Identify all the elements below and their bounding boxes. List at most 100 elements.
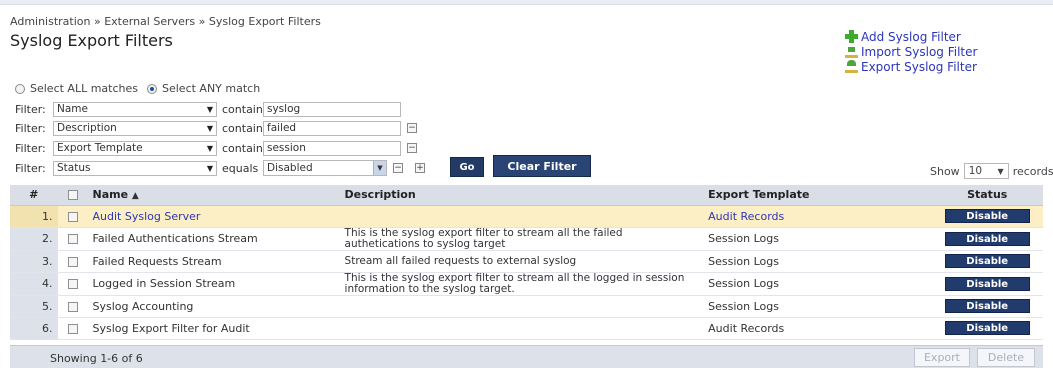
- import-syslog-filter-label: Import Syslog Filter: [861, 44, 978, 59]
- import-syslog-filter-link[interactable]: Import Syslog Filter: [845, 44, 977, 59]
- select-all-label: Select ALL matches: [30, 82, 138, 95]
- export-button[interactable]: Export: [914, 348, 970, 367]
- clear-filter-button[interactable]: Clear Filter: [493, 155, 591, 177]
- filter-value-input[interactable]: syslog: [263, 101, 401, 117]
- disable-button[interactable]: Disable: [944, 254, 1030, 268]
- row-status-cell: Disable: [931, 295, 1043, 318]
- add-filter-icon[interactable]: +: [415, 163, 425, 173]
- column-header-description[interactable]: Description: [340, 185, 705, 206]
- row-description: This is the syslog export filter to stre…: [340, 272, 705, 296]
- dropdown-arrow-icon: ▼: [206, 104, 213, 114]
- row-checkbox[interactable]: [68, 279, 78, 289]
- status-value-select[interactable]: Disabled ▼: [263, 160, 387, 176]
- remove-filter-icon[interactable]: −: [393, 163, 403, 173]
- select-any-radio[interactable]: [147, 83, 157, 94]
- row-description: Stream all failed requests to external s…: [340, 250, 705, 273]
- records-per-page-select[interactable]: 10 ▼: [963, 163, 1009, 179]
- remove-filter-icon[interactable]: −: [407, 123, 417, 133]
- table-row[interactable]: 3. Failed Requests Stream Stream all fai…: [10, 250, 1043, 273]
- action-links: Add Syslog Filter Import Syslog Filter E…: [845, 29, 977, 74]
- filter-label: Filter:: [15, 121, 46, 135]
- filter-field-select[interactable]: Status ▼: [53, 160, 217, 176]
- row-checkbox[interactable]: [68, 256, 78, 267]
- row-export-template: Session Logs: [704, 272, 932, 296]
- import-icon: [845, 45, 858, 58]
- disable-button[interactable]: Disable: [944, 276, 1030, 291]
- dropdown-arrow-icon: ▼: [997, 166, 1004, 176]
- row-status-cell: Disable: [931, 272, 1043, 296]
- row-number: 6.: [10, 317, 58, 340]
- row-checkbox-cell: [57, 205, 89, 228]
- delete-button[interactable]: Delete: [977, 348, 1035, 367]
- remove-filter-icon[interactable]: −: [407, 143, 417, 153]
- column-header-name[interactable]: Name ▲: [88, 185, 341, 206]
- filter-row-2: Filter: Description ▼ contains failed −: [15, 120, 417, 136]
- breadcrumb: Administration » External Servers » Sysl…: [10, 15, 321, 28]
- row-name[interactable]: Failed Authentications Stream: [88, 227, 341, 251]
- row-checkbox[interactable]: [68, 323, 78, 334]
- row-export-template: Session Logs: [704, 295, 932, 318]
- status-value: Disabled: [267, 162, 313, 174]
- export-syslog-filter-link[interactable]: Export Syslog Filter: [845, 59, 977, 74]
- name-header-label: Name: [92, 188, 129, 202]
- filter-operator: equals: [222, 161, 259, 175]
- row-description: [340, 295, 705, 318]
- filter-field-select[interactable]: Name ▼: [53, 101, 217, 117]
- filter-row-4: Filter: Status ▼ equals Disabled ▼ − +: [15, 160, 425, 176]
- show-label: Show: [930, 164, 960, 178]
- row-checkbox-cell: [57, 227, 89, 251]
- row-checkbox-cell: [57, 272, 89, 296]
- disable-button[interactable]: Disable: [944, 321, 1030, 335]
- add-syslog-filter-link[interactable]: Add Syslog Filter: [845, 29, 977, 44]
- select-all-radio[interactable]: [15, 83, 25, 94]
- row-checkbox-cell: [57, 250, 89, 273]
- row-number: 1.: [10, 205, 58, 228]
- row-status-cell: Disable: [931, 205, 1043, 228]
- row-name[interactable]: Failed Requests Stream: [88, 250, 341, 273]
- records-label: records: [1012, 164, 1053, 178]
- column-header-export-template[interactable]: Export Template: [704, 185, 932, 206]
- go-button[interactable]: Go: [450, 157, 484, 177]
- row-name[interactable]: Syslog Export Filter for Audit: [88, 317, 341, 340]
- row-name[interactable]: Syslog Accounting: [88, 295, 341, 318]
- column-header-number: #: [10, 185, 58, 206]
- table-row[interactable]: 4. Logged in Session Stream This is the …: [10, 272, 1043, 296]
- table-footer: Showing 1-6 of 6 Export Delete: [10, 345, 1043, 368]
- filter-value-input[interactable]: failed: [263, 120, 401, 136]
- row-export-template: Audit Records: [704, 317, 932, 340]
- add-icon: [845, 30, 858, 43]
- dropdown-arrow-icon: ▼: [206, 143, 213, 153]
- column-header-status[interactable]: Status: [931, 185, 1043, 206]
- syslog-filters-table: # Name ▲ Description Export Template Sta…: [10, 185, 1043, 340]
- row-checkbox[interactable]: [68, 234, 78, 244]
- row-status-cell: Disable: [931, 227, 1043, 251]
- row-name[interactable]: Logged in Session Stream: [88, 272, 341, 296]
- filter-field-select[interactable]: Export Template ▼: [53, 140, 217, 156]
- row-checkbox[interactable]: [68, 211, 78, 222]
- table-row[interactable]: 5. Syslog Accounting Session Logs Disabl…: [10, 295, 1043, 318]
- select-any-label: Select ANY match: [162, 82, 261, 95]
- disable-button[interactable]: Disable: [944, 209, 1030, 223]
- filter-row-3: Filter: Export Template ▼ contains sessio…: [15, 140, 417, 156]
- disable-button[interactable]: Disable: [944, 231, 1030, 246]
- records-count: 10: [968, 165, 983, 177]
- row-checkbox-cell: [57, 295, 89, 318]
- filter-field-value: Description: [57, 122, 117, 134]
- filter-label: Filter:: [15, 141, 46, 155]
- row-name[interactable]: Audit Syslog Server: [88, 205, 341, 228]
- row-export-template: Audit Records: [704, 205, 932, 228]
- row-checkbox[interactable]: [68, 301, 78, 312]
- filter-operator: contains: [222, 121, 269, 135]
- table-row[interactable]: 1. Audit Syslog Server Audit Records Dis…: [10, 205, 1043, 228]
- table-row[interactable]: 2. Failed Authentications Stream This is…: [10, 227, 1043, 251]
- filter-field-select[interactable]: Description ▼: [53, 120, 217, 136]
- export-syslog-filter-label: Export Syslog Filter: [861, 59, 977, 74]
- select-all-checkbox[interactable]: [68, 190, 78, 201]
- sort-ascending-icon: ▲: [131, 191, 139, 202]
- add-syslog-filter-label: Add Syslog Filter: [861, 29, 961, 44]
- showing-count: Showing 1-6 of 6: [50, 352, 143, 365]
- filter-value-input[interactable]: session: [263, 140, 401, 156]
- row-status-cell: Disable: [931, 250, 1043, 273]
- disable-button[interactable]: Disable: [944, 299, 1030, 313]
- table-row[interactable]: 6. Syslog Export Filter for Audit Audit …: [10, 317, 1043, 340]
